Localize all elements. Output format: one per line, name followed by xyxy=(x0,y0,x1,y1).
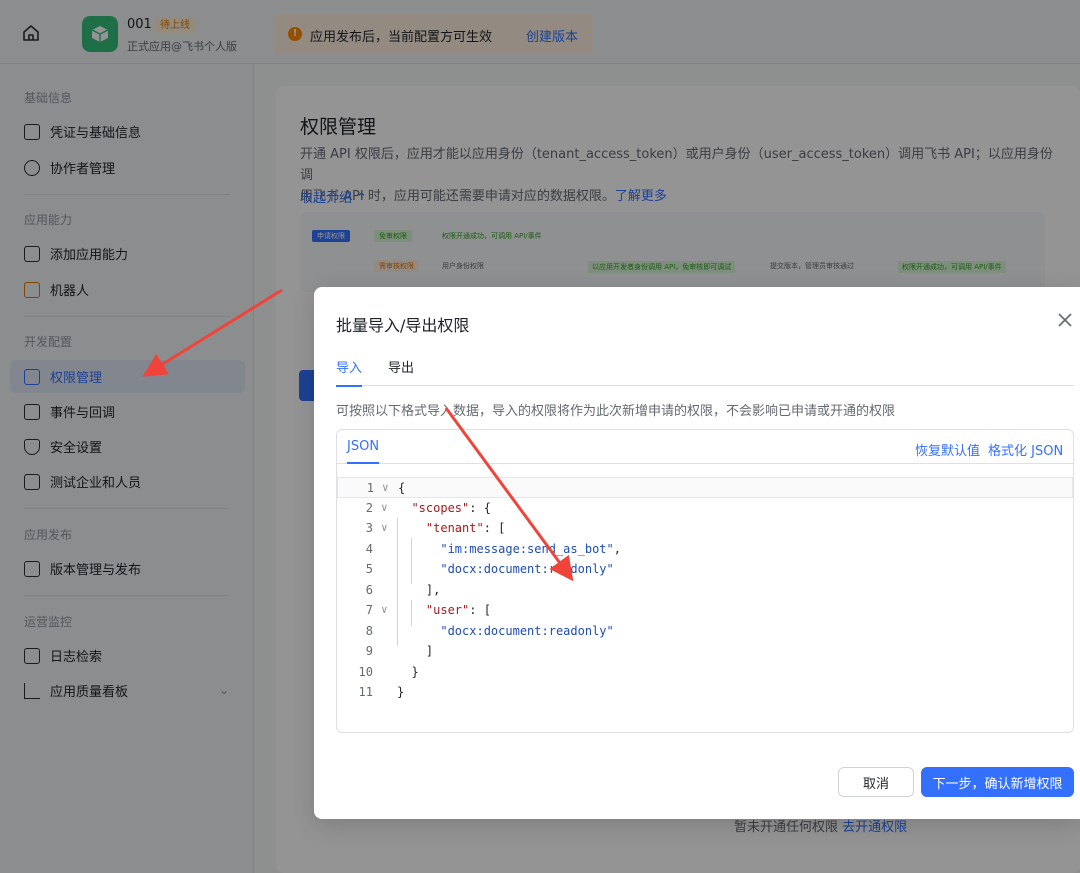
close-icon[interactable] xyxy=(1056,311,1074,329)
code-text: "tenant": [ xyxy=(425,521,506,535)
code-line[interactable]: 1 ∨ { xyxy=(337,477,1073,498)
indent-guide xyxy=(411,538,412,584)
line-number: 5 xyxy=(365,562,373,576)
code-line[interactable]: 6 ], xyxy=(337,580,1073,601)
code-text: "docx:document:readonly" xyxy=(440,562,614,576)
line-number: 8 xyxy=(365,623,373,638)
reset-default-button[interactable]: 恢复默认值 xyxy=(915,440,980,459)
format-json-button[interactable]: 格式化 JSON xyxy=(988,440,1063,459)
editor-header: JSON 恢复默认值 格式化 JSON xyxy=(337,430,1073,464)
code-line[interactable]: 2 ∨ "scopes": { xyxy=(337,498,1073,519)
code-text: ] xyxy=(397,644,434,658)
code-line[interactable]: 8 "docx:document:readonly" xyxy=(337,621,1073,642)
code-line[interactable]: 3 ∨ "tenant": [ xyxy=(337,518,1073,539)
code-text: } xyxy=(397,685,405,699)
indent-guide xyxy=(411,600,412,626)
code-line[interactable]: 5 "docx:document:readonly" xyxy=(337,559,1073,580)
line-number: 7 xyxy=(365,603,373,617)
line-number: 2 xyxy=(365,500,373,515)
modal-title: 批量导入/导出权限 xyxy=(336,316,470,335)
line-number: 1 xyxy=(366,481,374,495)
line-number: 11 xyxy=(358,685,373,699)
import-export-modal: 批量导入/导出权限 导入 导出 可按照以下格式导入数据，导入的权限将作为此次新增… xyxy=(314,287,1080,819)
import-hint: 可按照以下格式导入数据，导入的权限将作为此次新增申请的权限，不会影响已申请或开通… xyxy=(336,404,896,419)
code-line[interactable]: 4 "im:message:send_as_bot", xyxy=(337,539,1073,560)
fold-chevron-icon[interactable]: ∨ xyxy=(382,478,389,499)
code-text: "im:message:send_as_bot", xyxy=(440,541,621,556)
code-area[interactable]: 1 ∨ {2 ∨ "scopes": { 3 ∨ "tenant": [ 4 "im:mes… xyxy=(337,477,1073,703)
line-number: 10 xyxy=(358,664,373,679)
line-number: 4 xyxy=(365,541,373,556)
fold-chevron-icon[interactable]: ∨ xyxy=(381,518,388,539)
code-line[interactable]: 9 ] xyxy=(337,641,1073,662)
line-number: 6 xyxy=(365,582,373,597)
code-text: "docx:document:readonly" xyxy=(440,623,614,638)
fold-chevron-icon[interactable]: ∨ xyxy=(381,498,388,519)
tab-import[interactable]: 导入 xyxy=(336,357,363,387)
code-line[interactable]: 11} xyxy=(337,682,1073,703)
cancel-button[interactable]: 取消 xyxy=(838,767,914,797)
tab-export[interactable]: 导出 xyxy=(388,357,414,386)
code-text: { xyxy=(398,481,406,495)
code-text: ], xyxy=(397,582,441,597)
code-text: "scopes": { xyxy=(411,500,491,515)
line-number: 9 xyxy=(365,644,373,658)
next-confirm-button[interactable]: 下一步，确认新增权限 xyxy=(921,767,1074,797)
line-number: 3 xyxy=(365,521,373,535)
code-line[interactable]: 7 ∨ "user": [ xyxy=(337,600,1073,621)
code-text: } xyxy=(397,664,419,679)
indent-guide xyxy=(397,518,398,646)
code-line[interactable]: 10 } xyxy=(337,662,1073,683)
json-editor[interactable]: JSON 恢复默认值 格式化 JSON 1 ∨ {2 ∨ "scopes": { 3 ∨ … xyxy=(336,429,1074,733)
fold-chevron-icon[interactable]: ∨ xyxy=(381,600,388,621)
tab-json[interactable]: JSON xyxy=(347,439,380,464)
tab-bar: 导入 导出 xyxy=(336,357,1074,387)
